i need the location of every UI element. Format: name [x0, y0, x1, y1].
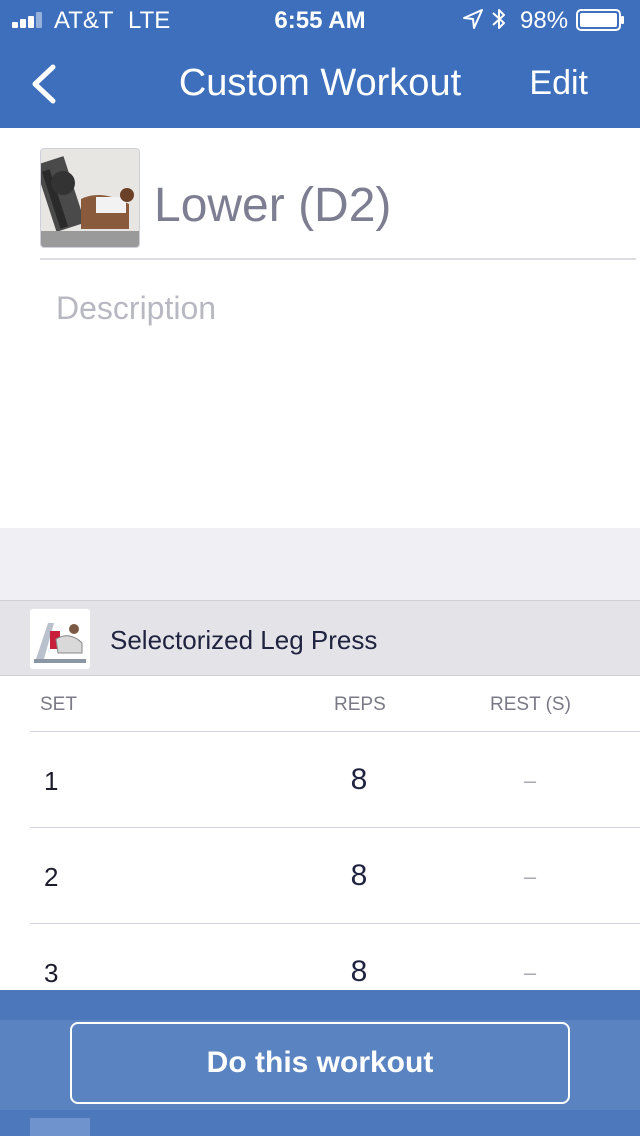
row-divider [30, 731, 640, 732]
column-header-reps: REPS [334, 694, 386, 715]
exercise-header[interactable]: Selectorized Leg Press [0, 600, 640, 676]
set-number: 1 [44, 766, 59, 796]
set-number: 3 [44, 958, 59, 988]
rest-value[interactable]: – [500, 768, 560, 794]
reps-value[interactable]: 8 [330, 955, 388, 989]
bluetooth-icon [492, 9, 505, 29]
action-bar-shade [0, 1110, 640, 1136]
next-exercise-thumbnail [30, 1118, 90, 1136]
app-header: AT&T LTE 6:55 AM 98% Custom Workout Edit [0, 0, 640, 128]
heading-divider [40, 258, 636, 260]
exercise-name: Selectorized Leg Press [110, 625, 378, 655]
description-field[interactable]: Description [56, 290, 216, 327]
row-divider [30, 923, 640, 924]
workout-name[interactable]: Lower (D2) [154, 178, 391, 233]
column-header-set: SET [40, 694, 77, 715]
section-spacer [0, 528, 640, 600]
bottom-action-bar: Do this workout [0, 990, 640, 1136]
battery-icon [576, 9, 624, 31]
reps-value[interactable]: 8 [330, 859, 388, 893]
workout-thumbnail[interactable] [40, 148, 140, 248]
status-bar: AT&T LTE 6:55 AM 98% [0, 0, 640, 40]
battery-percent: 98% [520, 7, 569, 34]
leg-press-image [41, 149, 139, 247]
leg-press-machine-image [30, 609, 90, 669]
rest-value[interactable]: – [500, 960, 560, 986]
edit-button[interactable]: Edit [529, 64, 588, 103]
navigation-bar: Custom Workout Edit [0, 40, 640, 128]
rest-value[interactable]: – [500, 864, 560, 890]
action-bar-shade [0, 990, 640, 1020]
exercise-thumbnail [30, 609, 90, 669]
row-divider [30, 827, 640, 828]
do-this-workout-button[interactable]: Do this workout [70, 1022, 570, 1104]
column-header-rest: REST (S) [490, 694, 571, 715]
reps-value[interactable]: 8 [330, 763, 388, 797]
set-number: 2 [44, 862, 59, 892]
location-icon [463, 9, 483, 29]
